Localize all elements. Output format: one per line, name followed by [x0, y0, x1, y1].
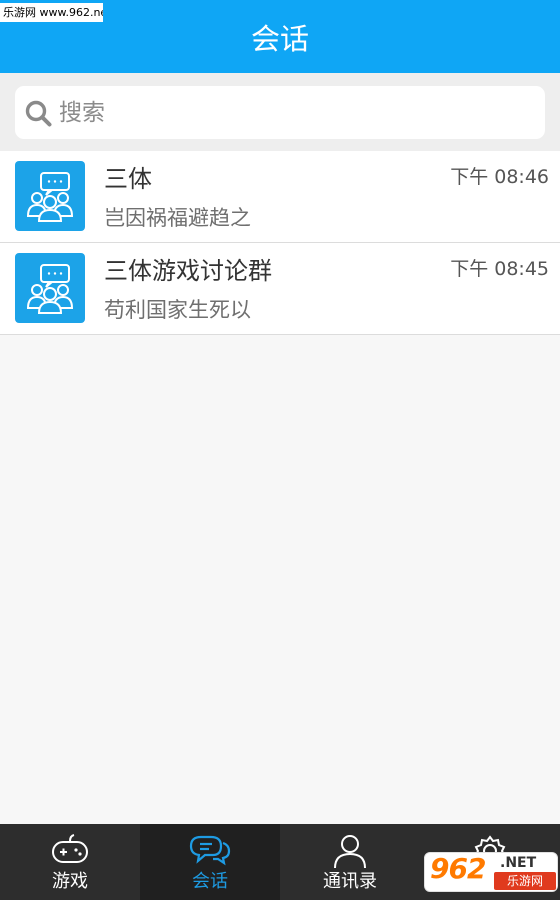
conversation-preview: 苟利国家生死以	[104, 298, 251, 322]
conversation-name: 三体	[104, 165, 152, 193]
tab-contacts[interactable]: 通讯录	[280, 824, 420, 900]
tab-conversations[interactable]: 会话	[140, 824, 280, 900]
tab-label: 游戏	[52, 871, 88, 892]
conversation-item[interactable]: 三体 下午 08:46 岂因祸福避趋之	[0, 151, 560, 243]
group-avatar	[15, 161, 85, 231]
watermark-site-name: 乐游网	[494, 872, 556, 890]
chat-bubbles-icon	[189, 835, 231, 866]
conversation-name: 三体游戏讨论群	[104, 257, 272, 285]
group-avatar	[15, 253, 85, 323]
search-input[interactable]	[59, 94, 529, 132]
conversation-list: 三体 下午 08:46 岂因祸福避趋之 三体游戏讨论群 下午 08:45 苟利国…	[0, 151, 560, 335]
conversation-time: 下午 08:45	[450, 258, 549, 280]
contact-icon	[334, 835, 366, 869]
page-title: 会话	[250, 22, 309, 56]
conversation-item[interactable]: 三体游戏讨论群 下午 08:45 苟利国家生死以	[0, 243, 560, 335]
search-icon	[25, 100, 52, 127]
watermark-number: 962	[430, 852, 486, 885]
site-watermark-logo: 962 .NET 乐游网	[418, 842, 560, 900]
conversation-preview: 岂因祸福避趋之	[104, 206, 251, 230]
watermark-net: .NET	[500, 855, 537, 871]
tab-label: 通讯录	[323, 871, 377, 892]
tab-games[interactable]: 游戏	[0, 824, 140, 900]
group-chat-icon	[26, 172, 74, 222]
search-area	[0, 73, 560, 151]
search-box[interactable]	[15, 86, 545, 139]
tab-label: 会话	[192, 871, 228, 892]
site-watermark-top: 乐游网 www.962.net	[0, 3, 103, 22]
gamepad-icon	[52, 834, 88, 863]
group-chat-icon	[26, 264, 74, 314]
conversation-time: 下午 08:46	[450, 166, 549, 188]
